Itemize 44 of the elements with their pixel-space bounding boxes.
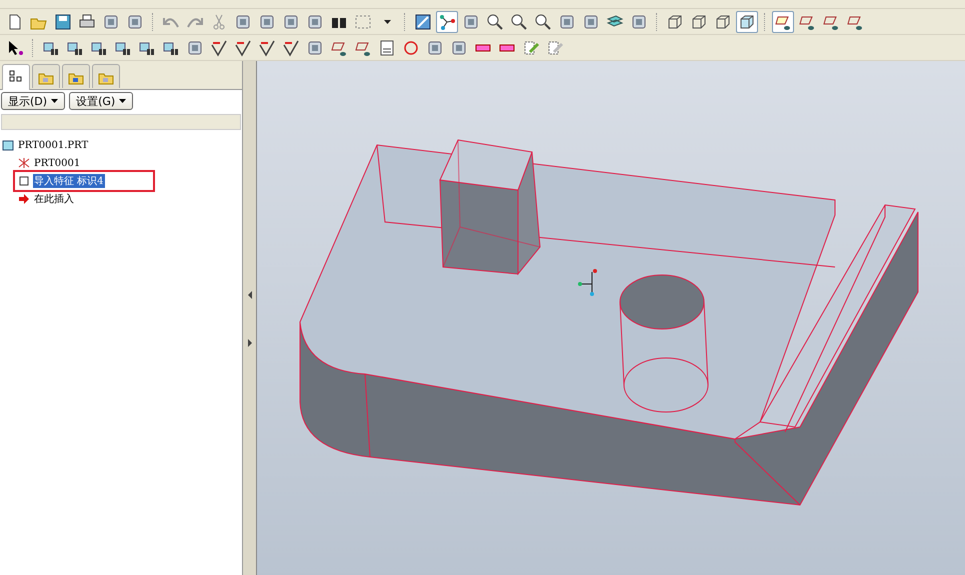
favorites-tab[interactable]: [62, 64, 90, 88]
part-icon: [2, 139, 14, 151]
caret-icon: [384, 20, 390, 24]
spin-center-icon: [438, 12, 456, 30]
edit-pen-icon: [522, 38, 540, 56]
zoom-fit-icon: [534, 12, 552, 30]
tools-tab[interactable]: [92, 64, 120, 88]
undo-icon: [163, 16, 179, 28]
tree-item[interactable]: 在此插入: [33, 192, 75, 206]
spin-center-button[interactable]: [436, 10, 458, 32]
edit-pen-faded-icon: [546, 38, 564, 56]
expand-arrow-icon[interactable]: [246, 339, 252, 347]
menu-button[interactable]: 设置(G): [69, 92, 134, 110]
finish-c-icon: [258, 38, 276, 56]
model-tree-tab[interactable]: [2, 64, 30, 90]
caret-icon: [119, 98, 126, 104]
selection-box-icon: [354, 12, 372, 30]
help-cursor-icon: [6, 38, 24, 56]
menu-button[interactable]: 显示(D): [1, 92, 66, 110]
finish-b-icon: [234, 38, 252, 56]
caret-icon: [51, 98, 58, 104]
printer-icon: [78, 12, 96, 30]
note-box-icon: [378, 38, 396, 56]
feature-icon: [18, 175, 30, 187]
tree-item[interactable]: PRT0001: [33, 158, 82, 168]
tree-item[interactable]: PRT0001.PRT: [17, 140, 90, 150]
outline-cube-icon: [714, 12, 732, 30]
balloon-icon: [402, 38, 420, 56]
shaded-cube-icon: [738, 12, 756, 30]
wireframe-cube-icon: [666, 12, 684, 30]
collapse-arrow-icon[interactable]: [246, 291, 252, 299]
root-mark-icon: [282, 38, 300, 56]
shaded-cube-button[interactable]: [736, 10, 758, 32]
coordinate-system-icon: [18, 157, 30, 169]
zoom-out-icon: [510, 12, 528, 30]
repaint-icon: [414, 12, 432, 30]
zoom-in-icon: [486, 12, 504, 30]
tree-item[interactable]: 导入特征 标识4: [33, 174, 105, 188]
graphics-viewport[interactable]: [257, 61, 965, 575]
redo-icon: [187, 16, 203, 28]
finish-a-icon: [210, 38, 228, 56]
datum-plane-button[interactable]: [772, 10, 794, 32]
hidden-cube-icon: [690, 12, 708, 30]
insert-arrow-icon: [18, 193, 30, 205]
